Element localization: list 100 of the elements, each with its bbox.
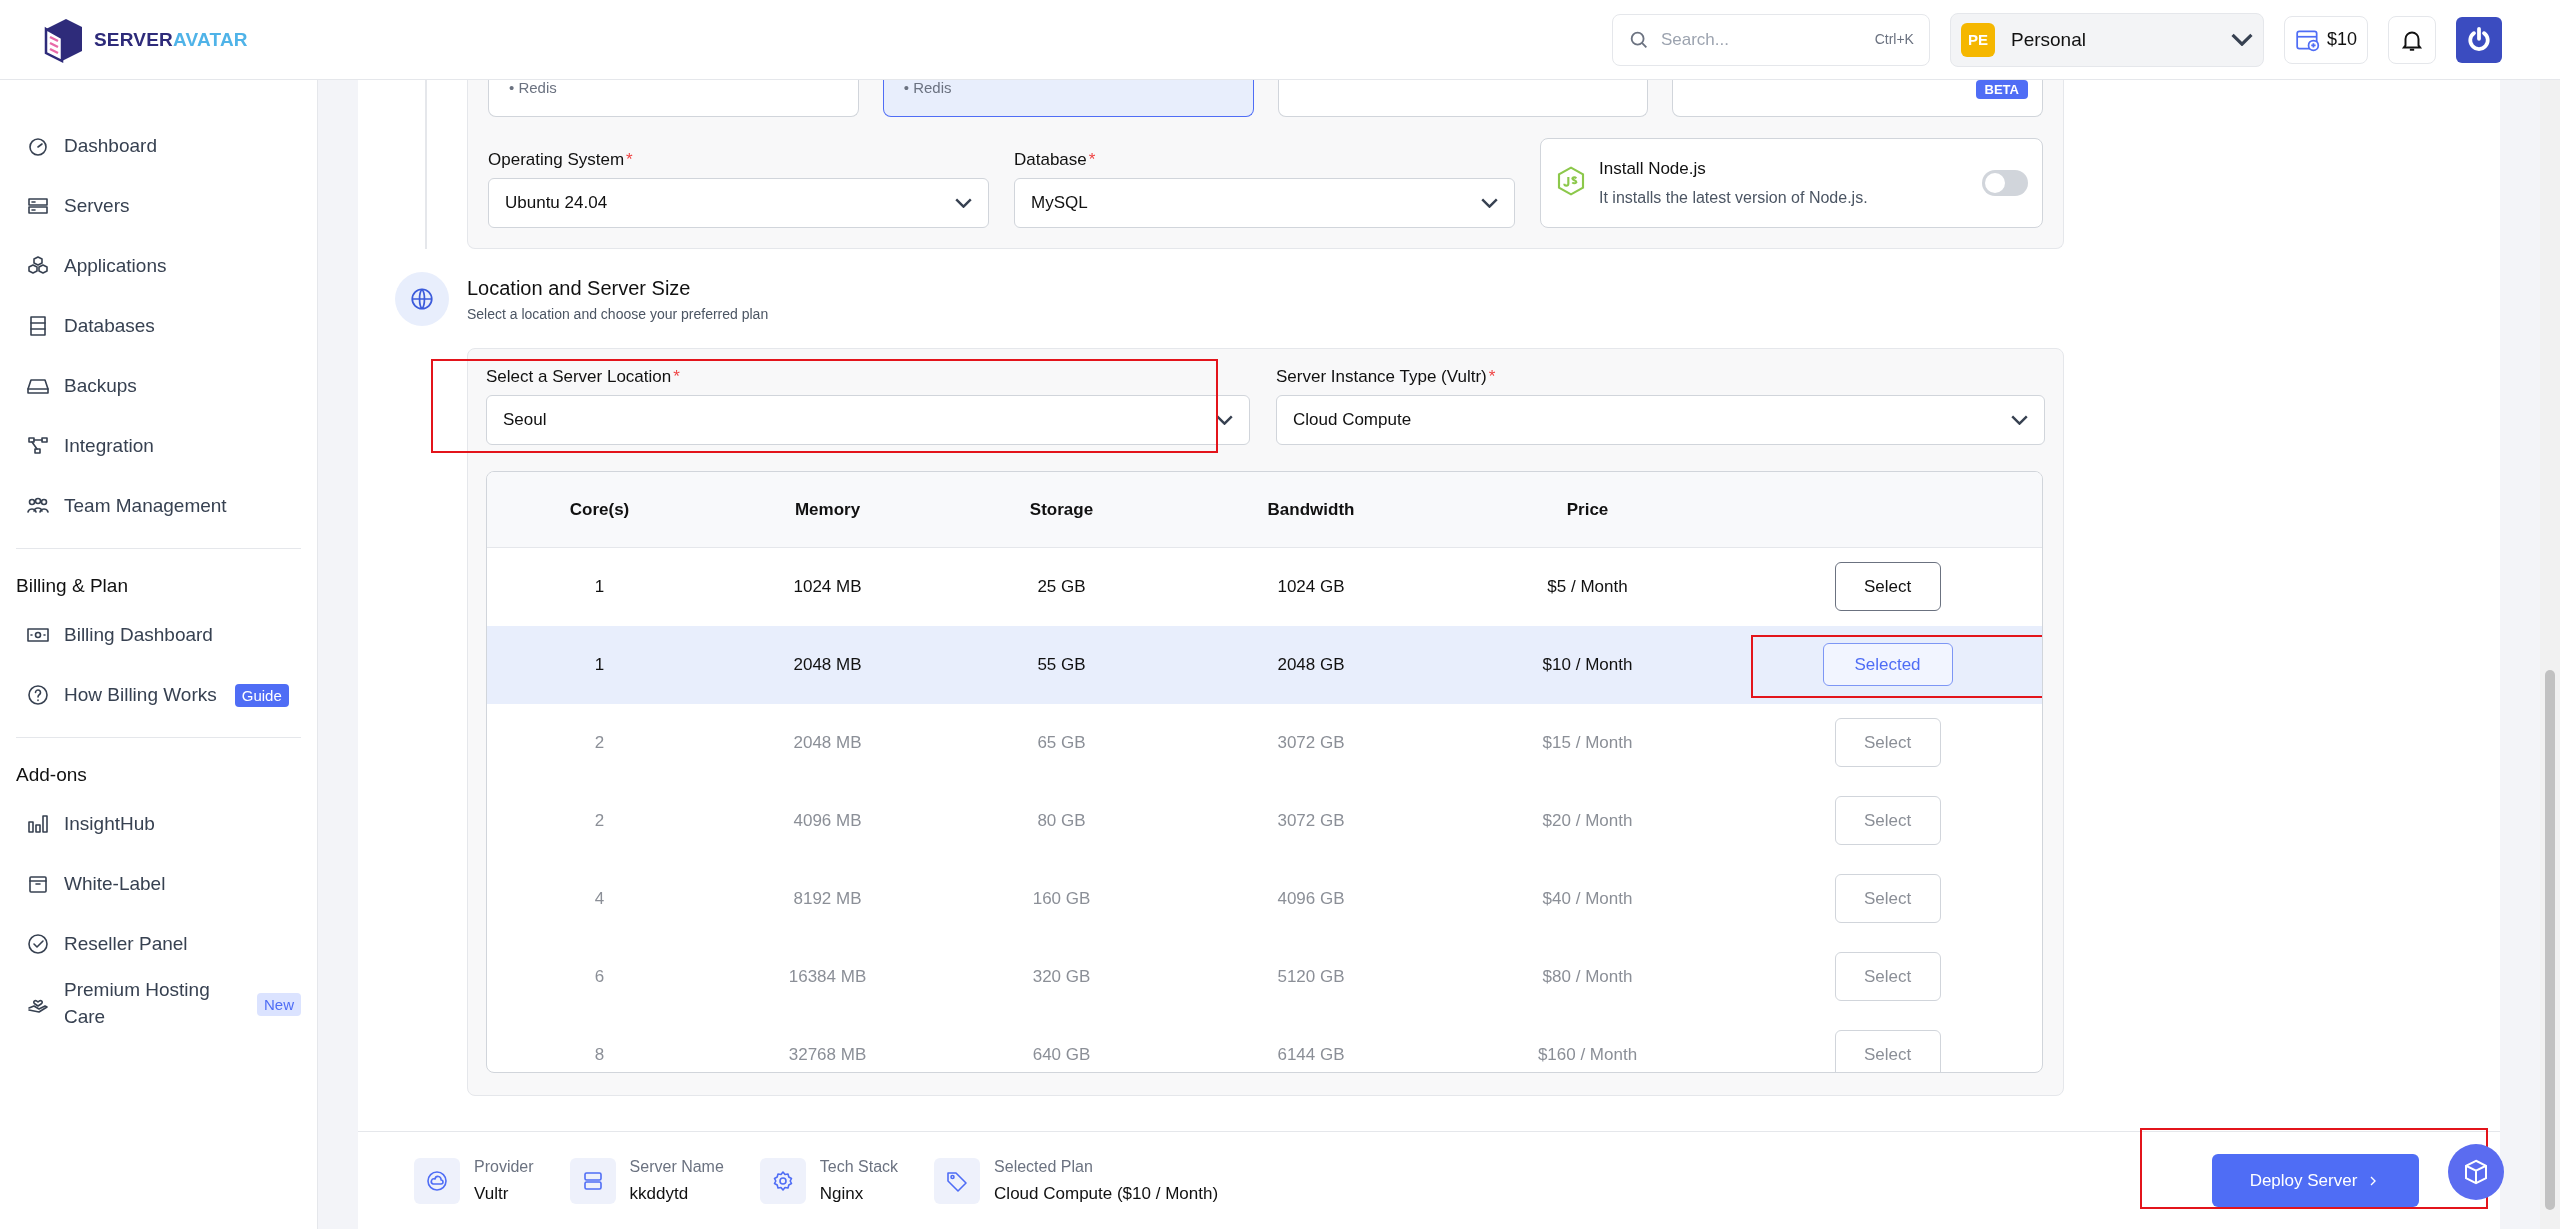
sidebar-item[interactable]: Dashboard — [64, 132, 157, 160]
table-cell: 55 GB — [1037, 654, 1086, 674]
chevron-down-icon — [2011, 415, 2028, 425]
nodejs-icon — [1555, 165, 1587, 197]
table-cell: 4096 MB — [793, 810, 862, 830]
sidebar-item[interactable]: White-Label — [64, 870, 166, 898]
table-cell: 1024 MB — [793, 576, 862, 596]
shortcut-hint: Ctrl+K — [1874, 30, 1914, 47]
bullet-mark: • — [509, 80, 515, 96]
table-cell: 32768 MB — [788, 1044, 867, 1064]
table-cell: 8 — [594, 1044, 605, 1064]
required-mark: * — [1488, 367, 1496, 386]
select-field[interactable]: Cloud Compute — [1276, 395, 2045, 445]
column-header: Price — [1565, 499, 1610, 520]
stack-option-card[interactable]: • Redis — [882, 80, 1254, 117]
sidebar-item[interactable]: Backups — [64, 372, 137, 400]
selected-plan-row[interactable]: 1 2048 MB 55 GB 2048 GB $10 / Month Selected — [487, 626, 2042, 704]
table-cell: 4 — [594, 888, 605, 908]
sidebar-item[interactable]: Billing Dashboard — [64, 621, 213, 649]
table-cell: 2048 MB — [793, 654, 862, 674]
sidebar-item[interactable]: How Billing Works — [64, 681, 217, 709]
table-cell: 3072 GB — [1277, 732, 1345, 752]
beta-badge: BETA — [1975, 80, 2028, 99]
required-mark: * — [673, 367, 680, 386]
sidebar-item[interactable]: Premium Hosting Care — [64, 977, 234, 1031]
option-description: It installs the latest version of Node.js. — [1599, 189, 1869, 207]
stack-option-card[interactable]: BETA — [1672, 80, 2043, 117]
column-header: Bandwidth — [1266, 499, 1356, 520]
globe-icon — [395, 272, 449, 326]
sidebar-heading: Billing & Plan — [16, 574, 129, 598]
chevron-down-icon — [955, 198, 972, 208]
table-cell: 5120 GB — [1277, 966, 1345, 986]
account-button[interactable] — [2456, 16, 2502, 63]
table-cell: 65 GB — [1037, 732, 1086, 752]
deploy-server-button[interactable]: Deploy Server — [2212, 1154, 2419, 1207]
check-circle-icon — [26, 932, 50, 956]
option-title: Install Node.js — [1599, 159, 1707, 179]
table-cell: 2 — [594, 732, 605, 752]
table-cell: 2 — [594, 810, 605, 830]
logo-text: SERVERAVATAR — [94, 28, 248, 51]
chevron-down-icon — [2230, 33, 2253, 46]
stack-option-card[interactable]: • Redis — [488, 80, 859, 117]
table-cell: $20 / Month — [1542, 810, 1633, 830]
field-label: Select a Server Location — [486, 367, 672, 386]
notifications-button[interactable] — [2388, 15, 2436, 64]
required-mark: * — [626, 150, 633, 169]
field-label: Operating System — [488, 150, 625, 169]
summary-label: Tech Stack — [819, 1157, 899, 1176]
select-field[interactable]: Ubuntu 24.04 — [488, 178, 989, 228]
table-cell: 4096 GB — [1277, 888, 1345, 908]
table-cell: $80 / Month — [1542, 966, 1633, 986]
bullet-mark: • — [903, 80, 909, 96]
summary-value: Vultr — [474, 1183, 510, 1204]
column-header: Core(s) — [568, 499, 631, 520]
table-cell: 6144 GB — [1277, 1044, 1345, 1064]
table-cell: 80 GB — [1037, 810, 1086, 830]
select-plan-button[interactable]: Selected — [1822, 643, 1953, 686]
sidebar-item[interactable]: Integration — [64, 432, 154, 460]
sidebar-heading: Add-ons — [16, 763, 88, 787]
table-cell: $10 / Month — [1542, 654, 1633, 674]
toggle-switch[interactable] — [1982, 170, 2028, 196]
table-cell: 160 GB — [1032, 888, 1091, 908]
stack-option-card[interactable] — [1277, 80, 1649, 117]
select-plan-button[interactable]: Select — [1834, 562, 1941, 611]
scrollbar-thumb[interactable] — [2545, 670, 2555, 1210]
help-widget-button[interactable] — [2448, 1144, 2504, 1200]
table-cell: 8192 MB — [793, 888, 862, 908]
table-cell: 16384 MB — [788, 966, 867, 986]
sidebar-item[interactable]: InsightHub — [64, 810, 155, 838]
summary-label: Selected Plan — [994, 1157, 1094, 1176]
sidebar-item[interactable]: Reseller Panel — [64, 930, 188, 958]
summary-value: kkddytd — [629, 1183, 690, 1204]
table-cell: 640 GB — [1032, 1044, 1091, 1064]
table-cell: 25 GB — [1037, 576, 1086, 596]
credit-button[interactable]: $10 — [2283, 15, 2368, 64]
table-cell: 2048 GB — [1277, 654, 1345, 674]
bar-chart-icon — [26, 812, 50, 836]
stack-option-item: Redis — [518, 80, 557, 96]
sidebar-item[interactable]: Servers — [64, 192, 130, 220]
table-cell: 1024 GB — [1277, 576, 1345, 596]
section-title: Location and Server Size — [467, 276, 692, 300]
sidebar-item[interactable]: Databases — [64, 312, 155, 340]
cloud-icon — [425, 1168, 449, 1193]
select-field[interactable]: MySQL — [1014, 178, 1515, 228]
summary-label: Server Name — [629, 1157, 724, 1176]
required-mark: * — [1088, 150, 1096, 169]
workspace-dropdown[interactable]: PE Personal — [1949, 12, 2264, 67]
sidebar-badge: Guide — [234, 683, 289, 707]
column-header: Storage — [1028, 499, 1095, 520]
table-cell: $5 / Month — [1547, 576, 1628, 596]
summary-value: Cloud Compute ($10 / Month) — [994, 1183, 1219, 1204]
table-cell: $15 / Month — [1542, 732, 1633, 752]
scrollbar[interactable] — [2540, 80, 2560, 1229]
summary-value: Nginx — [819, 1183, 865, 1204]
select-field[interactable]: Seoul — [486, 395, 1250, 445]
plan-row[interactable]: 1 1024 MB 25 GB 1024 GB $5 / Month Select — [487, 548, 2042, 626]
help-icon — [26, 683, 50, 707]
sidebar-item[interactable]: Team Management — [64, 492, 227, 520]
sidebar-item[interactable]: Applications — [64, 252, 167, 280]
table-cell: $160 / Month — [1537, 1044, 1638, 1064]
